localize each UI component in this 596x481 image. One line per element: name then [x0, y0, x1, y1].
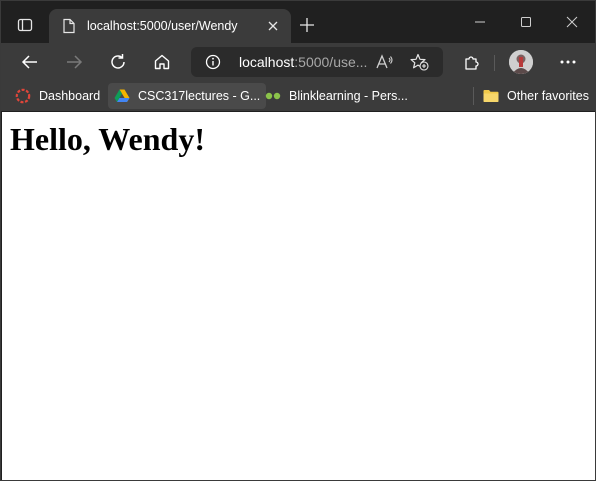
new-tab-button[interactable]	[295, 13, 319, 37]
page-heading: Hello, Wendy!	[10, 121, 205, 157]
favorite-blinklearning[interactable]: Blinklearning - Pers...	[259, 83, 414, 109]
refresh-icon	[111, 54, 125, 69]
browser-window: localhost:5000/user/Wendy localhost:5000…	[0, 0, 596, 481]
active-tab[interactable]: localhost:5000/user/Wendy	[49, 9, 291, 43]
toolbar-separator	[494, 55, 495, 71]
close-icon	[566, 16, 578, 28]
url-path: :5000/use...	[294, 54, 368, 70]
close-icon	[268, 21, 278, 31]
read-aloud-button[interactable]	[375, 53, 395, 71]
page-content: Hello, Wendy!	[2, 112, 595, 480]
info-icon	[205, 54, 221, 70]
favorite-other-favorites[interactable]: Other favorites	[477, 83, 595, 109]
forward-button[interactable]	[59, 47, 89, 77]
home-button[interactable]	[147, 47, 177, 77]
address-bar[interactable]: localhost:5000/use...	[191, 47, 443, 77]
minimize-button[interactable]	[457, 1, 503, 43]
favorite-label: Blinklearning - Pers...	[289, 89, 408, 103]
favorite-label: Dashboard	[39, 89, 101, 103]
arrow-left-icon	[21, 55, 37, 69]
plus-icon	[300, 18, 314, 32]
site-info-button[interactable]	[205, 54, 221, 70]
google-drive-icon	[114, 88, 130, 104]
tab-title: localhost:5000/user/Wendy	[87, 19, 238, 33]
url-text[interactable]: localhost:5000/use...	[239, 54, 369, 70]
tab-close-button[interactable]	[265, 18, 281, 34]
star-add-icon	[410, 53, 429, 71]
read-aloud-icon	[376, 54, 393, 69]
tab-actions-icon	[17, 18, 33, 32]
more-icon	[560, 60, 576, 64]
add-favorite-button[interactable]	[409, 53, 429, 71]
favorites-bar: Dashboard CSC317lectures - G... Blinklea…	[1, 81, 595, 111]
window-controls	[457, 1, 595, 43]
home-icon	[154, 54, 170, 70]
minimize-icon	[475, 21, 485, 23]
extensions-button[interactable]	[457, 47, 487, 77]
favorite-label: Other favorites	[507, 89, 589, 103]
blinklearning-icon	[265, 88, 281, 104]
maximize-button[interactable]	[503, 1, 549, 43]
tab-strip: localhost:5000/user/Wendy	[1, 1, 595, 43]
url-host: localhost	[239, 54, 295, 70]
refresh-button[interactable]	[103, 47, 133, 77]
avatar-image-icon	[509, 50, 533, 74]
tab-actions-button[interactable]	[11, 11, 39, 39]
dashboard-ring-icon	[15, 88, 31, 104]
arrow-right-icon	[67, 55, 83, 69]
navigation-toolbar: localhost:5000/use...	[1, 43, 595, 81]
page-icon	[61, 18, 77, 34]
settings-more-button[interactable]	[553, 47, 583, 77]
maximize-icon	[521, 17, 531, 27]
favorite-label: CSC317lectures - G...	[138, 89, 261, 103]
window-close-button[interactable]	[549, 1, 595, 43]
back-button[interactable]	[15, 47, 45, 77]
folder-icon	[483, 88, 499, 104]
favorite-dashboard[interactable]: Dashboard	[9, 83, 106, 109]
favorite-csc317lectures[interactable]: CSC317lectures - G...	[108, 83, 267, 109]
favorites-separator	[473, 87, 474, 105]
puzzle-icon	[465, 56, 479, 70]
profile-avatar[interactable]	[509, 50, 533, 74]
